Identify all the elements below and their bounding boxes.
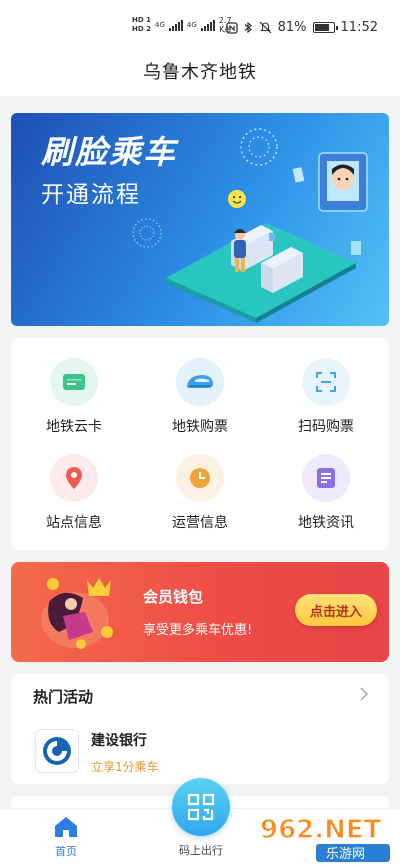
news-icon xyxy=(317,468,335,488)
clock-icon xyxy=(190,468,210,488)
wallet-subtitle: 享受更多乘车优惠! xyxy=(143,623,253,638)
grid-label: 地铁资讯 xyxy=(298,515,354,531)
grid-icon-bg xyxy=(176,454,224,502)
status-left: HD 1 HD 2 4G 4G 2.7 K/s xyxy=(132,16,232,34)
signal-icon xyxy=(200,19,215,31)
page-title: 乌鲁木齐地铁 xyxy=(143,62,257,83)
watermark-logo: 962.NET 乐游网 xyxy=(259,814,390,862)
activity-name[interactable]: 建设银行 xyxy=(91,730,147,750)
qr-code-icon xyxy=(187,793,215,821)
grid-label: 地铁云卡 xyxy=(46,419,102,435)
grid-label: 扫码购票 xyxy=(298,419,354,435)
grid-item-metro-news[interactable]: 地铁资讯 xyxy=(263,444,389,540)
battery-percent: 81% xyxy=(277,20,307,35)
scan-icon xyxy=(316,372,336,392)
face-pay-banner[interactable]: 刷脸乘车 开通流程 xyxy=(11,113,389,326)
ccb-logo-icon[interactable] xyxy=(35,729,79,773)
wallet-illustration xyxy=(41,578,113,649)
network-type-1: 4G xyxy=(154,21,165,29)
grid-icon-bg xyxy=(176,358,224,406)
grid-item-cloud-card[interactable]: 地铁云卡 xyxy=(11,348,137,444)
section-title: 热门活动 xyxy=(33,688,94,706)
tab-home-label: 首页 xyxy=(55,845,77,858)
wallet-title: 会员钱包 xyxy=(143,588,204,606)
nfc-icon xyxy=(225,21,238,34)
banner-illustration xyxy=(132,128,368,323)
train-ticket-icon xyxy=(187,375,213,388)
grid-label: 运营信息 xyxy=(172,515,228,531)
grid-icon-bg xyxy=(302,454,350,502)
sim2-label: HD 2 xyxy=(132,25,151,33)
grid-item-station-info[interactable]: 站点信息 xyxy=(11,444,137,540)
signal-icon xyxy=(168,19,183,31)
activity-desc: 立享1分乘车 xyxy=(91,760,159,774)
services-grid: 地铁云卡 地铁购票 扫码购票 站点信息 运营信息 地铁资讯 xyxy=(11,338,389,540)
hot-activities-card: 热门活动 建设银行 立享1分乘车 xyxy=(11,674,389,784)
card-icon xyxy=(63,374,85,390)
grid-item-scan-ticket[interactable]: 扫码购票 xyxy=(263,348,389,444)
grid-icon-bg xyxy=(50,358,98,406)
qr-travel-button[interactable] xyxy=(172,778,230,836)
status-right: 81% 11:52 xyxy=(225,20,378,35)
clock: 11:52 xyxy=(340,20,378,35)
tab-scan-label[interactable]: 码上出行 xyxy=(170,842,232,858)
services-grid-card: 地铁云卡 地铁购票 扫码购票 站点信息 运营信息 地铁资讯 xyxy=(11,338,389,550)
grid-item-buy-ticket[interactable]: 地铁购票 xyxy=(137,348,263,444)
ccb-logo-icon xyxy=(43,737,71,765)
battery-icon xyxy=(312,22,338,33)
sim1-label: HD 1 xyxy=(132,16,151,24)
member-wallet-card[interactable]: 会员钱包 享受更多乘车优惠! 点击进入 xyxy=(11,562,389,662)
chevron-right-icon[interactable] xyxy=(359,686,369,702)
status-bar: HD 1 HD 2 4G 4G 2.7 K/s 81% 11:52 xyxy=(0,0,400,58)
grid-icon-bg xyxy=(50,454,98,502)
watermark-text: 962.NET xyxy=(260,815,382,845)
bluetooth-icon xyxy=(244,21,252,34)
location-pin-icon xyxy=(66,467,82,489)
grid-label: 地铁购票 xyxy=(172,419,228,435)
home-icon xyxy=(55,817,77,837)
mute-icon xyxy=(259,21,272,34)
header: 乌鲁木齐地铁 xyxy=(0,58,400,96)
grid-label: 站点信息 xyxy=(46,515,102,531)
battery-fill xyxy=(314,24,330,31)
wallet-enter-button[interactable]: 点击进入 xyxy=(295,594,377,626)
watermark-subtext: 乐游网 xyxy=(326,847,365,862)
grid-item-operation-info[interactable]: 运营信息 xyxy=(137,444,263,540)
network-type-2: 4G xyxy=(186,21,197,29)
grid-icon-bg xyxy=(302,358,350,406)
tab-home[interactable]: 首页 xyxy=(46,815,86,859)
